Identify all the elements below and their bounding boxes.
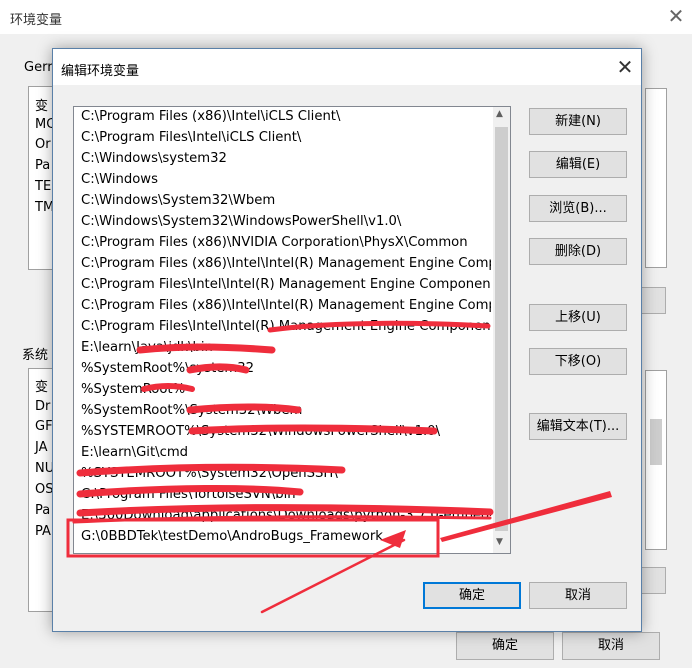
list-item[interactable]: C:\Program Files\Intel\Intel(R) Manageme… [81, 317, 491, 337]
list-item[interactable]: C:\Program Files (x86)\NVIDIA Corporatio… [81, 233, 491, 253]
user-variables-group-label: Gerr [24, 60, 53, 75]
dialog-titlebar: 编辑环境变量 ✕ [53, 49, 641, 85]
scroll-thumb[interactable] [650, 419, 662, 465]
main-ok-button[interactable]: 确定 [456, 632, 554, 660]
window-titlebar: 环境变量 ✕ [0, 0, 692, 34]
list-item[interactable]: %SYSTEMROOT%\System32\WindowsPowerShell\… [81, 422, 491, 442]
scroll-up-arrow-icon[interactable]: ▲ [496, 109, 503, 119]
list-item[interactable]: TE [35, 179, 51, 194]
system-variables-list-right-edge [645, 370, 667, 550]
list-item[interactable]: Pa [35, 158, 50, 173]
list-item[interactable]: C:\Windows\system32 [81, 149, 491, 169]
cancel-button[interactable]: 取消 [529, 582, 627, 609]
list-item[interactable]: E:\learn\Git\cmd [81, 443, 491, 463]
close-icon[interactable]: ✕ [613, 55, 637, 79]
list-item[interactable]: C:\Program Files\Intel\iCLS Client\ [81, 128, 491, 148]
list-item[interactable]: C:\Program Files (x86)\Intel\iCLS Client… [81, 107, 491, 127]
list-item[interactable]: OS [35, 482, 53, 497]
ok-button[interactable]: 确定 [423, 582, 521, 609]
list-item[interactable]: GF [35, 419, 53, 434]
list-item[interactable]: Or [35, 137, 51, 152]
browse-button[interactable]: 浏览(B)... [529, 195, 627, 222]
scroll-thumb[interactable] [495, 127, 508, 531]
close-icon[interactable]: ✕ [664, 4, 688, 28]
list-item[interactable]: Dr [35, 399, 50, 414]
list-item[interactable]: C:\Windows [81, 170, 491, 190]
list-item[interactable]: %SystemRoot%\System32\Wbem [81, 401, 491, 421]
user-variables-list-right-edge [645, 88, 667, 268]
path-list[interactable]: C:\Program Files (x86)\Intel\iCLS Client… [73, 106, 511, 554]
main-cancel-button[interactable]: 取消 [562, 632, 660, 660]
dialog-title: 编辑环境变量 [61, 64, 140, 79]
system-variables-group-label: 系统 [22, 348, 49, 363]
list-item[interactable]: C:\Program Files\Intel\Intel(R) Manageme… [81, 275, 491, 295]
list-item[interactable]: C:\Program Files (x86)\Intel\Intel(R) Ma… [81, 296, 491, 316]
move-up-button[interactable]: 上移(U) [529, 304, 627, 331]
edit-button[interactable]: 编辑(E) [529, 151, 627, 178]
move-down-button[interactable]: 下移(O) [529, 348, 627, 375]
list-scrollbar[interactable]: ▲ ▼ [493, 107, 510, 553]
list-item: 变 [35, 380, 49, 395]
list-item: 变 [35, 99, 49, 114]
list-item[interactable]: %SystemRoot%\system32 [81, 359, 491, 379]
list-item[interactable]: E:\learn\Java\jdk\bin [81, 338, 491, 358]
list-item[interactable]: PA [35, 524, 51, 539]
list-item[interactable]: C:\Windows\System32\WindowsPowerShell\v1… [81, 212, 491, 232]
list-item[interactable]: %SystemRoot% [81, 380, 491, 400]
list-item[interactable]: C:\Program Files\TortoiseSVN\bin [81, 485, 491, 505]
user-delete-button-edge[interactable] [640, 287, 666, 314]
list-item[interactable]: Pa [35, 503, 50, 518]
edit-text-button[interactable]: 编辑文本(T)... [529, 413, 627, 440]
window-title: 环境变量 [10, 13, 63, 28]
new-button[interactable]: 新建(N) [529, 108, 627, 135]
system-delete-button-edge[interactable] [640, 567, 666, 594]
delete-button[interactable]: 删除(D) [529, 238, 627, 265]
list-item[interactable]: JA [35, 440, 48, 455]
scroll-down-arrow-icon[interactable]: ▼ [496, 537, 503, 547]
list-item[interactable]: C:\Program Files (x86)\Intel\Intel(R) Ma… [81, 254, 491, 274]
list-item[interactable]: C:\Windows\System32\Wbem [81, 191, 491, 211]
list-item[interactable]: %SYSTEMROOT%\System32\OpenSSH\ [81, 464, 491, 484]
list-item[interactable]: E:\360Download\applications\Downloads\py… [81, 506, 491, 526]
edit-environment-variable-dialog: 编辑环境变量 ✕ C:\Program Files (x86)\Intel\iC… [52, 48, 642, 632]
list-item-selected[interactable]: G:\0BBDTek\testDemo\AndroBugs_Framework [81, 527, 491, 547]
